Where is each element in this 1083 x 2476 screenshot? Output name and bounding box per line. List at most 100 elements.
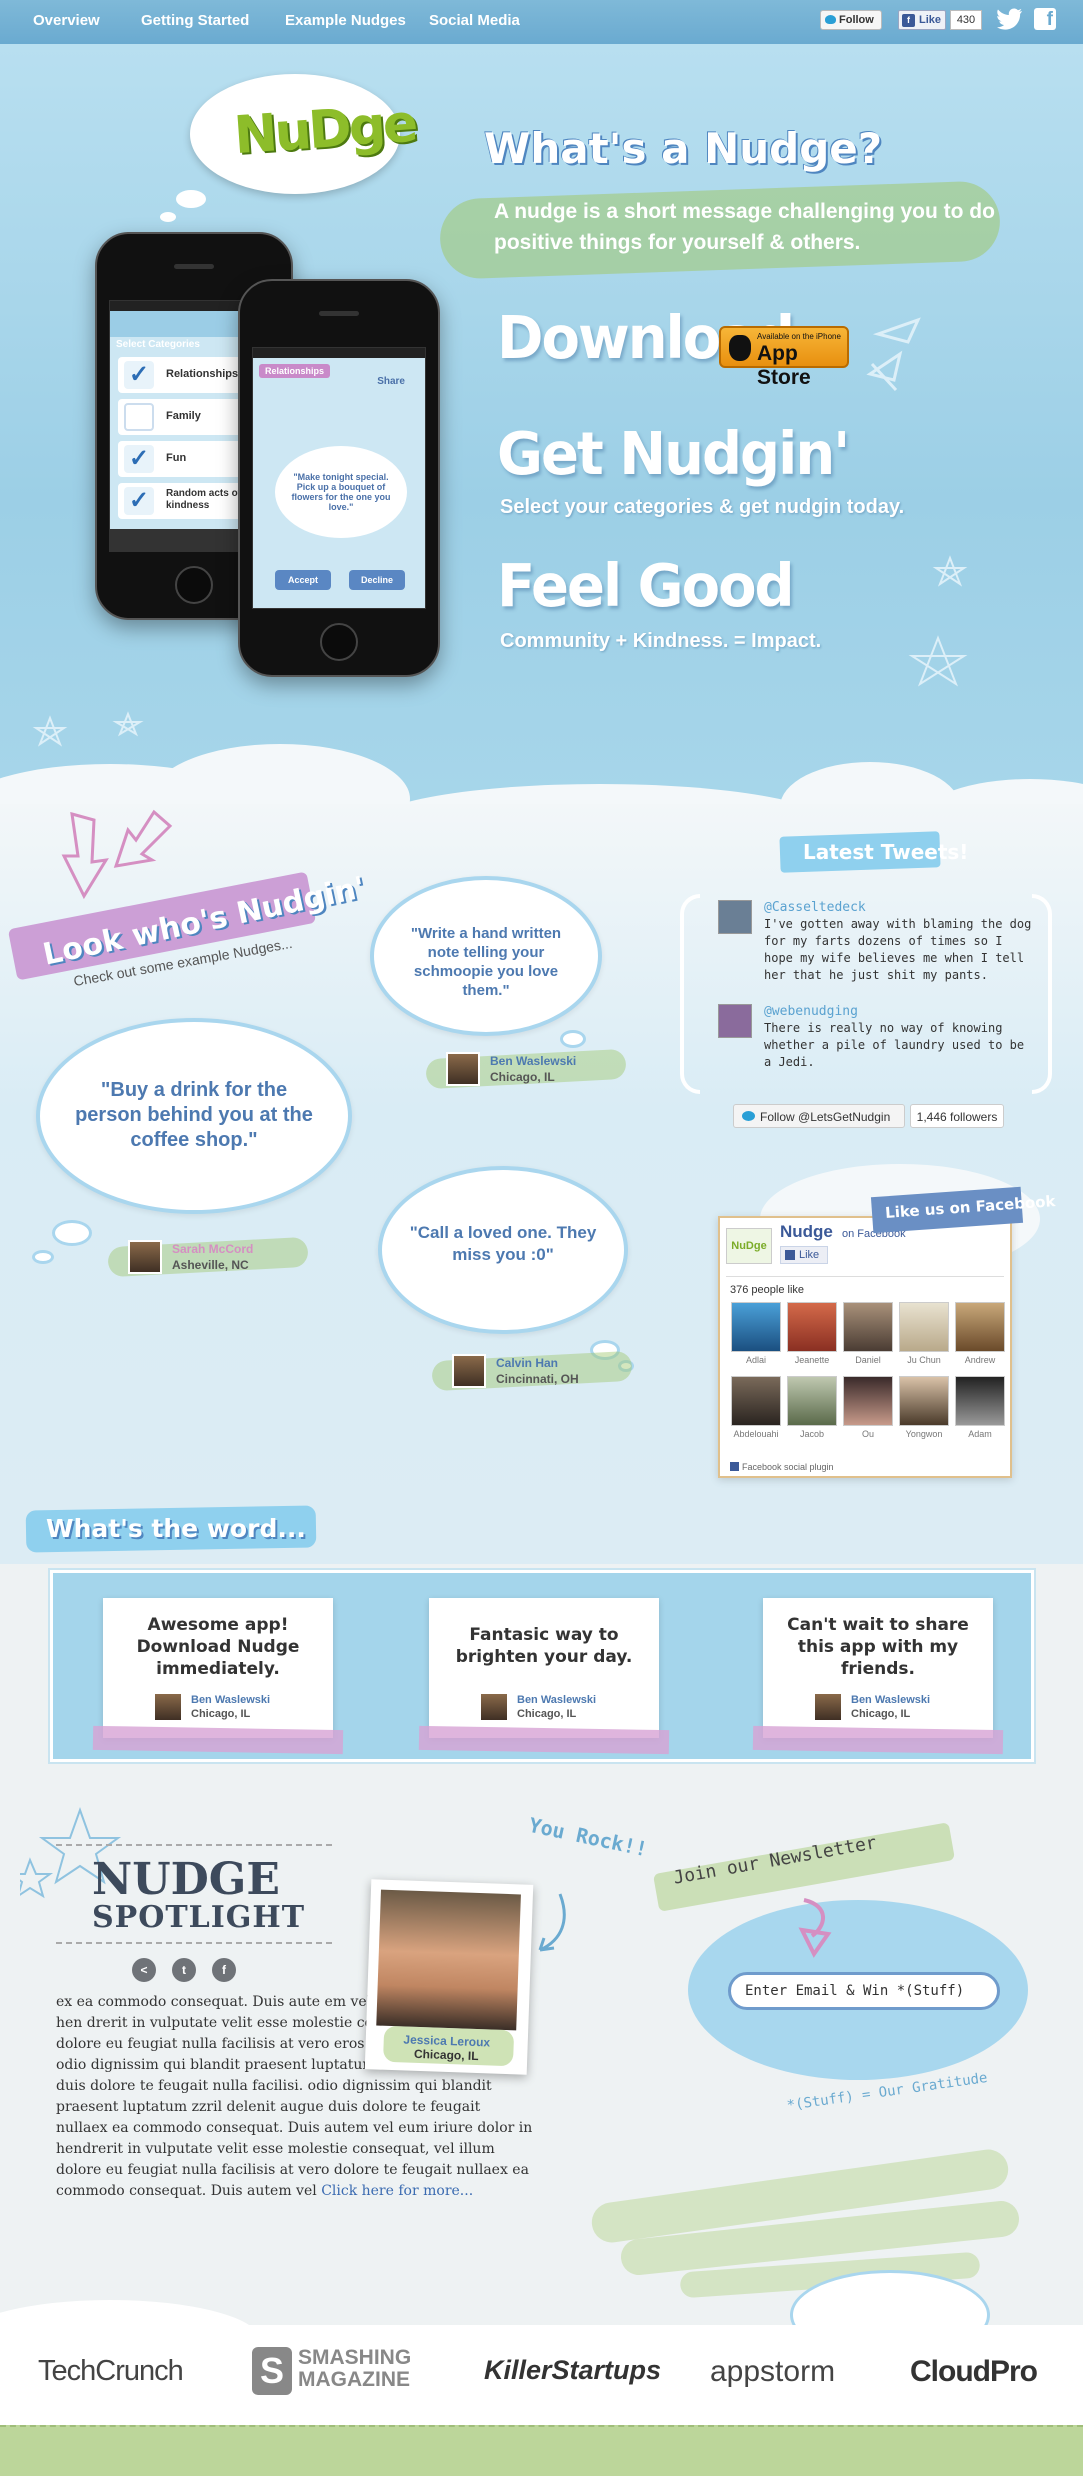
like-count: 430 xyxy=(950,10,982,30)
follow-label: Follow @LetsGetNudgin xyxy=(760,1110,891,1124)
author-location: Chicago, IL xyxy=(490,1070,555,1084)
fan-name: Yongwon xyxy=(905,1429,943,1439)
fan-name: Jacob xyxy=(799,1429,825,1439)
phone-speaker xyxy=(174,264,214,269)
twitter-icon[interactable] xyxy=(997,8,1023,30)
avatar xyxy=(128,1240,162,1274)
testimonial-text: Can't wait to share this app with my fri… xyxy=(787,1615,969,1679)
divider xyxy=(56,1942,332,1944)
phone-screen-nudge: Relationships Share "Make tonight specia… xyxy=(252,347,426,609)
twitter-follow-button[interactable]: Follow xyxy=(820,10,882,30)
facebook-social-plugin[interactable]: Facebook social plugin xyxy=(730,1462,834,1472)
facebook-f-icon: f xyxy=(902,14,915,27)
fan-name: Jeanette xyxy=(794,1355,830,1365)
fan-avatar[interactable]: Adam xyxy=(954,1376,1006,1439)
fan-avatar[interactable]: Jeanette xyxy=(786,1302,838,1365)
example-nudge-3: "Call a loved one. They miss you :0" xyxy=(378,1166,628,1334)
spotlight-section: NUDGE SPOTLIGHT < t f ex ea commodo cons… xyxy=(0,1780,1083,2380)
fb-page-like-button[interactable]: Like xyxy=(780,1246,828,1264)
plugin-label: Facebook social plugin xyxy=(742,1462,834,1472)
twitter-follow-account-button[interactable]: Follow @LetsGetNudgin xyxy=(733,1104,905,1128)
testimonials-frame: Awesome app! Download Nudge immediately.… xyxy=(50,1570,1034,1762)
fb-page-name[interactable]: Nudge xyxy=(780,1222,833,1242)
spotlight-person-photo xyxy=(376,1889,521,2031)
example-nudge-2: "Buy a drink for the person behind you a… xyxy=(36,1018,352,1214)
testimonial-name: Ben Waslewski xyxy=(191,1694,271,1706)
thumbs-up-icon xyxy=(785,1250,795,1260)
author-name: Sarah McCord xyxy=(172,1242,254,1256)
avatar xyxy=(153,1692,183,1722)
fan-avatar[interactable]: Andrew xyxy=(954,1302,1006,1365)
appstorm-logo[interactable]: appstorm xyxy=(710,2355,835,2389)
twitter-icon[interactable]: t xyxy=(172,1958,196,1982)
fan-avatar[interactable]: Ju Chun xyxy=(898,1302,950,1365)
testimonial-location: Chicago, IL xyxy=(191,1708,251,1720)
share-label: Share xyxy=(377,376,405,387)
nudge-page-logo[interactable]: NuDge xyxy=(726,1228,772,1264)
right-brace xyxy=(1032,894,1052,1094)
avatar xyxy=(452,1354,486,1388)
fan-avatar[interactable]: Yongwon xyxy=(898,1376,950,1439)
phone-mockup-nudge: Relationships Share "Make tonight specia… xyxy=(238,279,440,677)
feel-good-subtitle: Community + Kindness. = Impact. xyxy=(500,630,822,652)
fan-avatar[interactable]: Abdelouahi xyxy=(730,1376,782,1439)
pink-tape xyxy=(752,1725,1004,1755)
tweet-handle[interactable]: @Casseltedeck xyxy=(764,900,866,915)
tweet-text: There is really no way of knowing whethe… xyxy=(764,1021,1025,1069)
testimonial-card: Can't wait to share this app with my fri… xyxy=(752,1598,1004,1755)
get-nudgin-heading: Get Nudgin' xyxy=(497,420,850,489)
thought-bubble xyxy=(52,1220,92,1246)
feel-good-heading: Feel Good xyxy=(497,552,795,621)
fan-name: Adlai xyxy=(745,1355,766,1365)
fan-photo xyxy=(731,1376,781,1426)
tweet-handle[interactable]: @webenudging xyxy=(764,1004,858,1019)
nudge-text: "Buy a drink for the person behind you a… xyxy=(75,1079,313,1151)
fan-avatar[interactable]: Ou xyxy=(842,1376,894,1439)
pink-tape xyxy=(92,1725,344,1755)
fan-photo xyxy=(731,1302,781,1352)
killerstartups-logo[interactable]: KillerStartups xyxy=(484,2355,661,2386)
facebook-small-icon xyxy=(730,1462,739,1471)
tweets-title: Latest Tweets! xyxy=(803,840,969,864)
testimonial-name: Ben Waslewski xyxy=(517,1694,597,1706)
app-store-button[interactable]: Available on the iPhone App Store xyxy=(719,326,849,389)
accept-button: Accept xyxy=(275,570,331,590)
nav-social-media[interactable]: Social Media xyxy=(429,12,520,29)
testimonials-title: What's the word... xyxy=(46,1514,306,1543)
testimonial-name: Ben Waslewski xyxy=(851,1694,931,1706)
fan-photo xyxy=(843,1376,893,1426)
facebook-icon[interactable]: f xyxy=(212,1958,236,1982)
facebook-like-button[interactable]: f Like xyxy=(898,10,946,30)
divider xyxy=(726,1276,1004,1277)
cloudpro-logo[interactable]: CloudPro xyxy=(910,2355,1038,2389)
smashing-magazine-logo[interactable]: S SMASHING MAGAZINE xyxy=(252,2347,432,2395)
fan-photo xyxy=(955,1376,1005,1426)
twitter-follow-label: Follow xyxy=(839,14,874,26)
nav-example-nudges[interactable]: Example Nudges xyxy=(285,12,406,29)
techcrunch-logo[interactable]: TechCrunch xyxy=(38,2355,184,2388)
share-icon[interactable]: < xyxy=(132,1958,156,1982)
empty-cloud-icon xyxy=(124,403,154,431)
newsletter-email-input[interactable] xyxy=(728,1972,1000,2010)
fan-avatar[interactable]: Jacob xyxy=(786,1376,838,1439)
divider xyxy=(56,1844,332,1846)
fan-photo xyxy=(955,1302,1005,1352)
nudge-logo[interactable]: NuDge xyxy=(190,74,417,194)
hero-section: NuDge Select Categories ✓ Relationships F… xyxy=(0,44,1083,804)
fan-avatar[interactable]: Daniel xyxy=(842,1302,894,1365)
nav-getting-started[interactable]: Getting Started xyxy=(141,12,249,29)
spotlight-title: NUDGE xyxy=(92,1854,280,1905)
example-nudge-1: "Write a hand written note telling your … xyxy=(370,876,602,1036)
category-label: Family xyxy=(166,410,201,422)
nudge-author-2: Sarah McCord Asheville, NC xyxy=(107,1236,309,1278)
author-location: Asheville, NC xyxy=(172,1258,249,1272)
read-more-link[interactable]: Click here for more... xyxy=(321,2183,473,2199)
spotlight-photo: Jessica Leroux Chicago, IL xyxy=(364,1879,534,2075)
testimonial-location: Chicago, IL xyxy=(851,1708,911,1720)
fan-name: Daniel xyxy=(855,1355,881,1365)
nav-overview[interactable]: Overview xyxy=(33,12,100,29)
checkmark-icon: ✓ xyxy=(124,445,154,473)
facebook-icon[interactable]: f xyxy=(1034,8,1056,30)
fan-avatar[interactable]: Adlai xyxy=(730,1302,782,1365)
app-store-small-label: Available on the iPhone xyxy=(757,332,841,341)
